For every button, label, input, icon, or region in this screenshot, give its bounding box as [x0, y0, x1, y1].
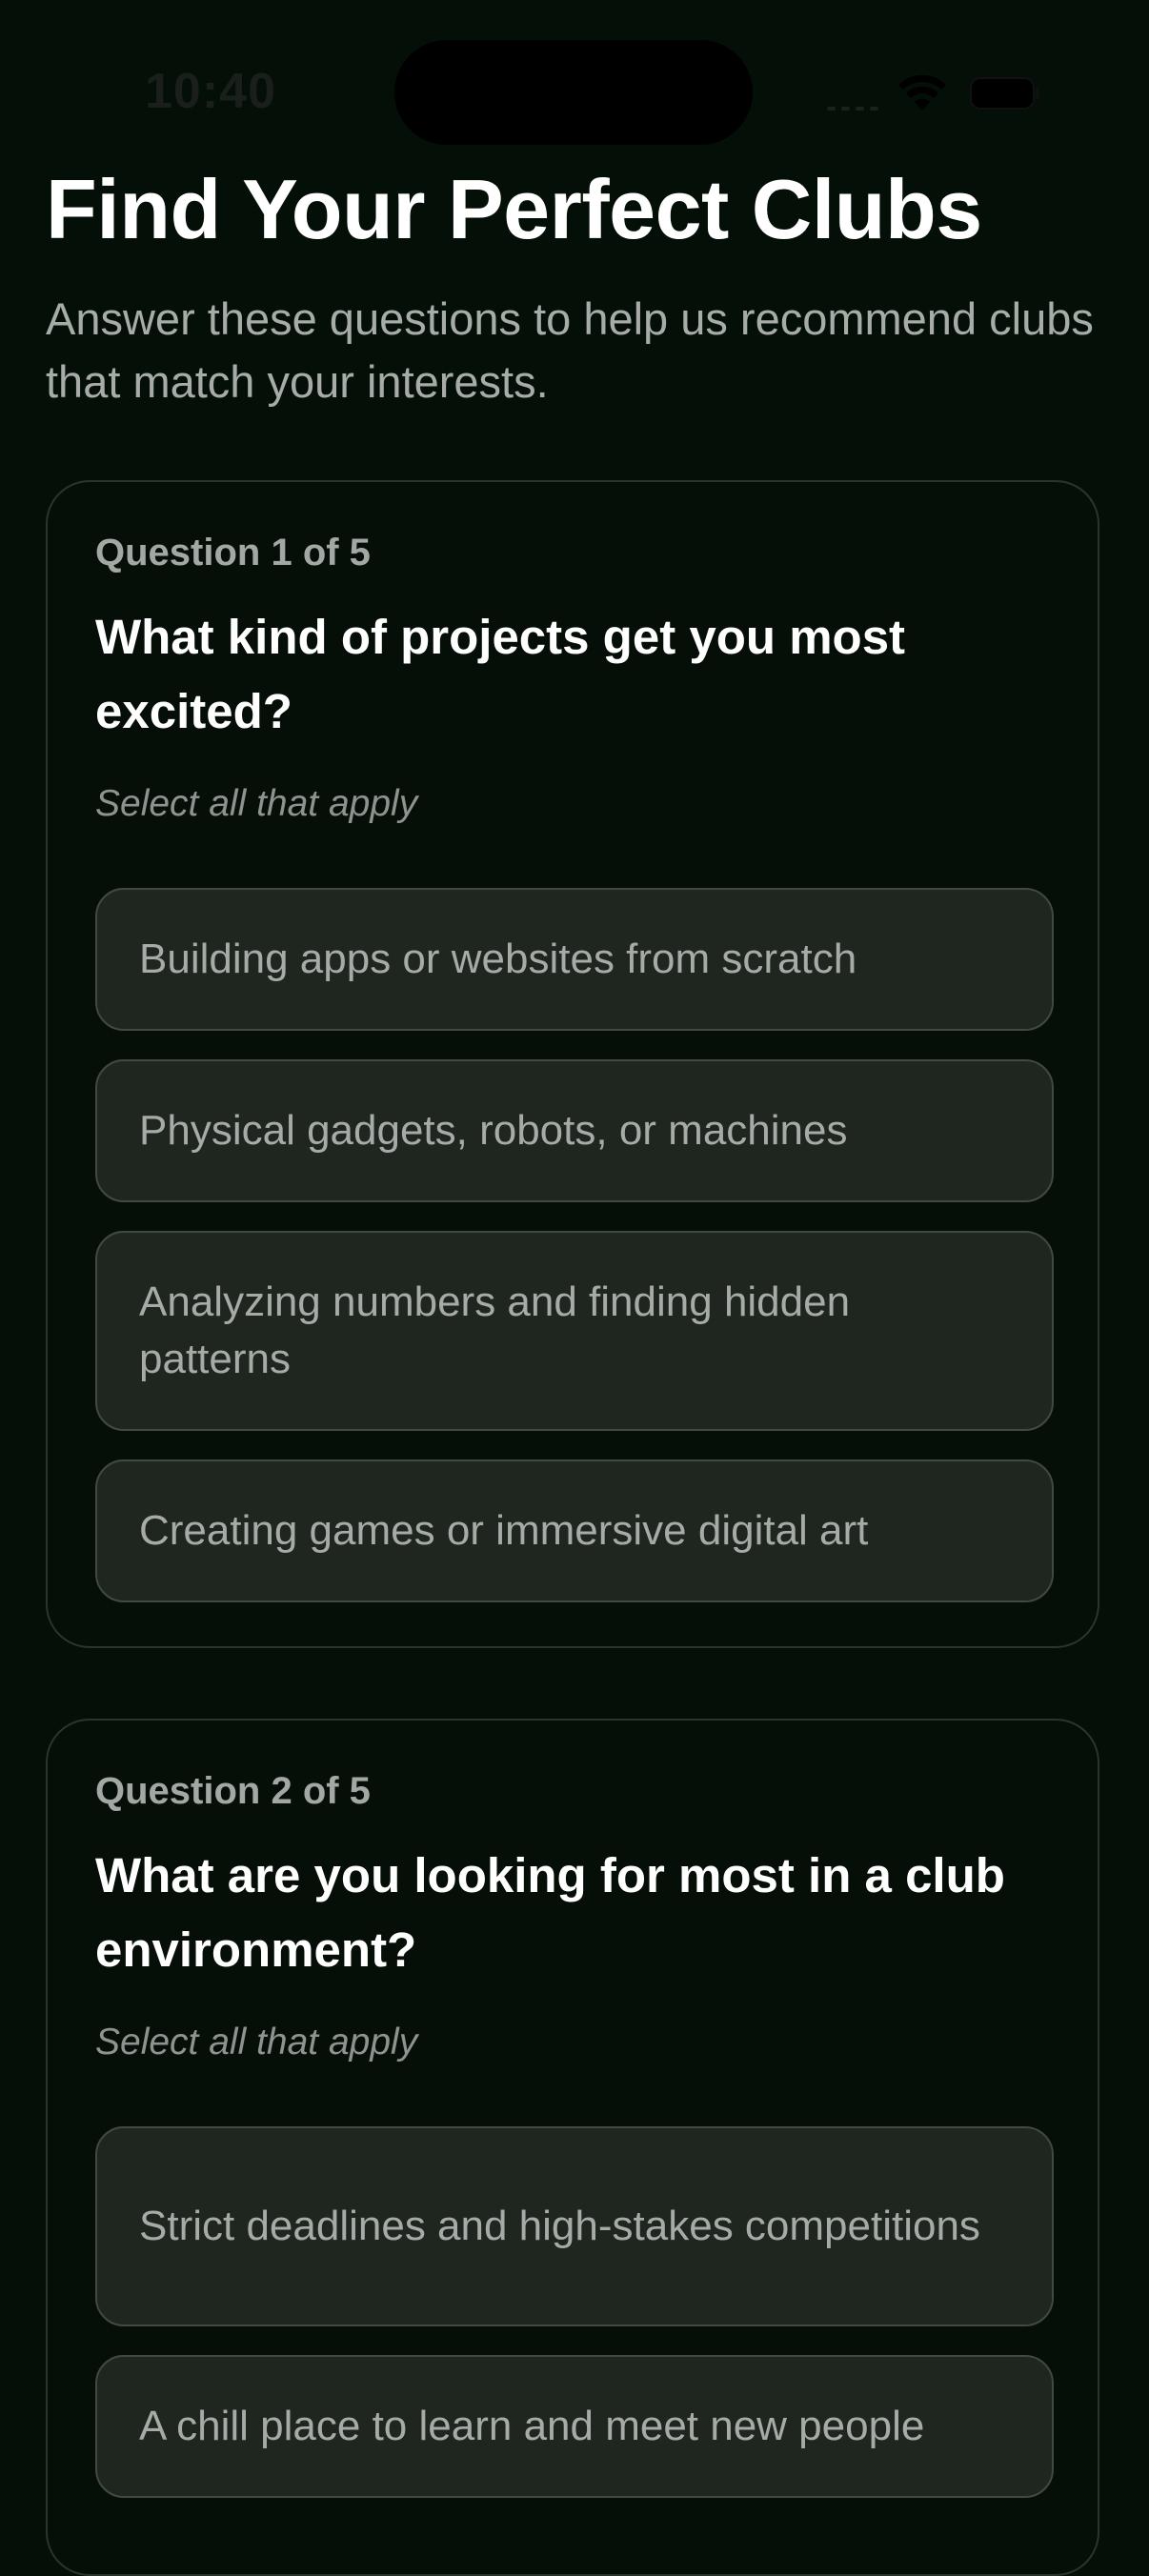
- option-analyzing-numbers[interactable]: Analyzing numbers and finding hidden pat…: [95, 1231, 1054, 1431]
- battery-icon: [970, 77, 1039, 110]
- question-card-2: Question 2 of 5 What are you looking for…: [46, 1719, 1099, 2576]
- status-time: 10:40: [145, 64, 276, 119]
- question-text: What kind of projects get you most excit…: [95, 610, 906, 738]
- question-counter: Question 2 of 5: [95, 1770, 371, 1812]
- option-label: Physical gadgets, robots, or machines: [139, 1107, 848, 1154]
- option-strict-deadlines[interactable]: Strict deadlines and high-stakes competi…: [95, 2126, 1054, 2326]
- question-counter: Question 1 of 5: [95, 532, 371, 574]
- option-creating-games[interactable]: Creating games or immersive digital art: [95, 1459, 1054, 1602]
- option-physical-gadgets[interactable]: Physical gadgets, robots, or machines: [95, 1059, 1054, 1202]
- option-building-apps[interactable]: Building apps or websites from scratch: [95, 888, 1054, 1031]
- option-label: Building apps or websites from scratch: [139, 936, 857, 982]
- dynamic-island: [394, 40, 753, 145]
- option-label: Analyzing numbers and finding hidden pat…: [139, 1278, 851, 1382]
- wifi-icon: [898, 74, 946, 111]
- option-label: Strict deadlines and high-stakes competi…: [139, 2203, 980, 2249]
- option-label: Creating games or immersive digital art: [139, 1507, 869, 1554]
- signal-icon: [827, 91, 880, 111]
- status-bar: 10:40: [0, 0, 1149, 145]
- page-title: Find Your Perfect Clubs: [46, 162, 982, 256]
- page-subtitle: Answer these questions to help us recomm…: [46, 293, 1094, 407]
- question-hint: Select all that apply: [95, 783, 418, 824]
- option-label: A chill place to learn and meet new peop…: [139, 2403, 925, 2449]
- question-hint: Select all that apply: [95, 2022, 418, 2063]
- question-text: What are you looking for most in a club …: [95, 1848, 1005, 1977]
- option-chill-place[interactable]: A chill place to learn and meet new peop…: [95, 2355, 1054, 2498]
- question-card-1: Question 1 of 5 What kind of projects ge…: [46, 480, 1099, 1648]
